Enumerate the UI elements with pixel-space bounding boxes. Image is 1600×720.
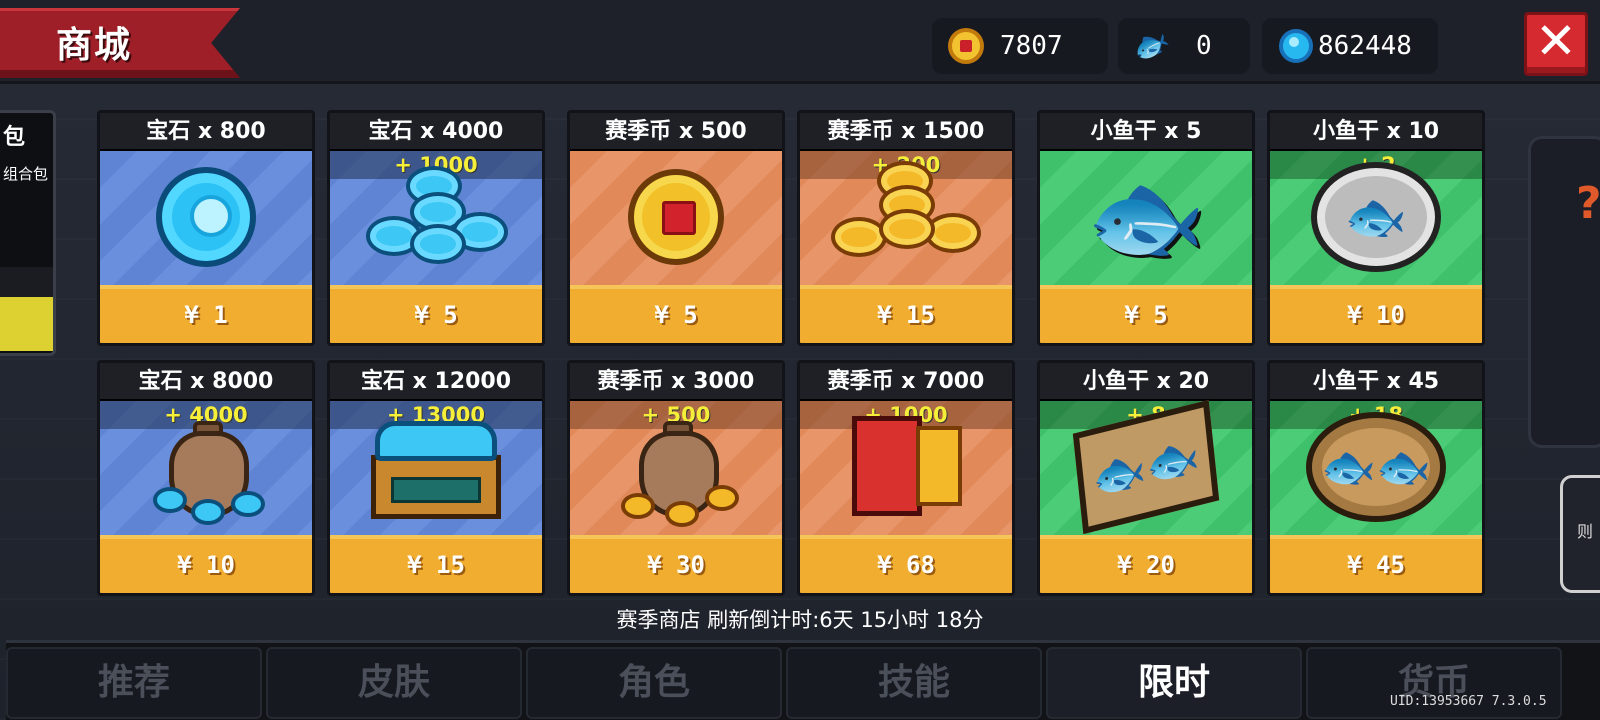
tab-limited[interactable]: 限时 [1046,647,1302,719]
buy-price-button[interactable]: ¥ 45 [1270,535,1482,593]
shop-item-card[interactable]: 小鱼干 x 45+ 18🐟🐟¥ 45 [1267,360,1485,596]
left-panel-buy-button[interactable] [0,297,53,351]
tab-recommend[interactable]: 推荐 [6,647,262,719]
header-bar: 商城 7807 🐟 0 862448 ✕ [0,0,1600,84]
tab-skins[interactable]: 皮肤 [266,647,522,719]
item-title: 宝石 x 4000 [330,113,542,151]
dried-fish-value: 0 [1196,31,1212,61]
tab-skills[interactable]: 技能 [786,647,1042,719]
right-card-text: 则 [1577,522,1594,541]
page-title: 商城 [56,25,133,66]
season-coin-pile-icon [821,161,991,273]
uid-version-label: UID:13953667 7.3.0.5 [1390,694,1547,709]
item-title: 小鱼干 x 45 [1270,363,1482,401]
shop-item-card[interactable]: 赛季币 x 7000 + 1000 ¥ 68 [797,360,1015,596]
shop-item-card[interactable]: 宝石 x 800 ¥ 1 [97,110,315,346]
shop-item-card[interactable]: 赛季币 x 500 ¥ 5 [567,110,785,346]
shop-item-card[interactable]: 宝石 x 4000 + 1000 ¥ 5 [327,110,545,346]
fish-basket-icon: 🐟🐟 [1306,412,1446,522]
buy-price-button[interactable]: ¥ 30 [570,535,782,593]
gem-bag-icon [151,417,265,525]
season-coin-icon [946,26,986,66]
gem-value: 862448 [1318,31,1412,61]
shop-item-card[interactable]: 赛季币 x 1500+ 200¥ 15 [797,110,1015,346]
dried-fish-icon: 🐟 [1086,161,1206,273]
close-button[interactable]: ✕ [1524,12,1588,76]
season-coin-value: 7807 [1000,31,1063,61]
left-panel-divider [0,267,53,297]
item-title: 赛季币 x 3000 [570,363,782,401]
item-title: 赛季币 x 1500 [800,113,1012,151]
buy-price-button[interactable]: ¥ 10 [1270,285,1482,343]
item-title: 小鱼干 x 10 [1270,113,1482,151]
coin-bag-icon [621,417,739,527]
coin-safe-icon [846,412,966,522]
buy-price-button[interactable]: ¥ 5 [1040,285,1252,343]
gem-pile-icon [356,162,516,272]
dried-fish-counter: 🐟 0 [1118,18,1250,74]
left-panel-title: 包 [3,125,26,150]
buy-price-button[interactable]: ¥ 5 [570,285,782,343]
item-title: 小鱼干 x 20 [1040,363,1252,401]
item-title: 赛季币 x 7000 [800,363,1012,401]
shop-item-card[interactable]: 宝石 x 8000 + 4000 ¥ 10 [97,360,315,596]
left-pack-panel[interactable]: 包 组合包 [0,110,56,356]
buy-price-button[interactable]: ¥ 15 [800,285,1012,343]
refresh-countdown: 赛季商店 刷新倒计时:6天 15小时 18分 [616,608,984,632]
item-title: 宝石 x 12000 [330,363,542,401]
tab-characters[interactable]: 角色 [526,647,782,719]
shop-item-card[interactable]: 宝石 x 12000 + 13000 ¥ 15 [327,360,545,596]
item-title: 宝石 x 8000 [100,363,312,401]
gem-icon [1276,26,1316,66]
left-panel-subtitle: 组合包 [3,165,49,183]
season-coin-icon [628,169,724,265]
buy-price-button[interactable]: ¥ 20 [1040,535,1252,593]
help-question-icon[interactable]: ? [1576,178,1600,229]
shop-item-card[interactable]: 小鱼干 x 5 🐟 ¥ 5 [1037,110,1255,346]
item-title: 小鱼干 x 5 [1040,113,1252,151]
buy-price-button[interactable]: ¥ 15 [330,535,542,593]
dried-fish-icon: 🐟 [1125,21,1176,70]
buy-price-button[interactable]: ¥ 1 [100,285,312,343]
shop-item-card[interactable]: 赛季币 x 3000 + 500 ¥ 30 [567,360,785,596]
gem-counter: 862448 [1262,18,1438,74]
right-side-card[interactable]: 则 [1560,475,1600,593]
gem-chest-icon [371,415,501,519]
buy-price-button[interactable]: ¥ 10 [100,535,312,593]
tab-bar: 推荐 皮肤 角色 技能 限时 货币 [6,640,1600,720]
buy-price-button[interactable]: ¥ 68 [800,535,1012,593]
buy-price-button[interactable]: ¥ 5 [330,285,542,343]
season-coin-counter: 7807 [932,18,1108,74]
gem-coin-icon [156,167,256,267]
item-title: 宝石 x 800 [100,113,312,151]
close-icon: ✕ [1535,12,1577,70]
shop-item-card[interactable]: 小鱼干 x 10+ 2🐟¥ 10 [1267,110,1485,346]
item-title: 赛季币 x 500 [570,113,782,151]
shop-item-card[interactable]: 小鱼干 x 20+ 8🐟🐟¥ 20 [1037,360,1255,596]
fish-tray-icon: 🐟🐟 [1072,399,1220,535]
fish-plate-icon: 🐟 [1311,162,1441,272]
